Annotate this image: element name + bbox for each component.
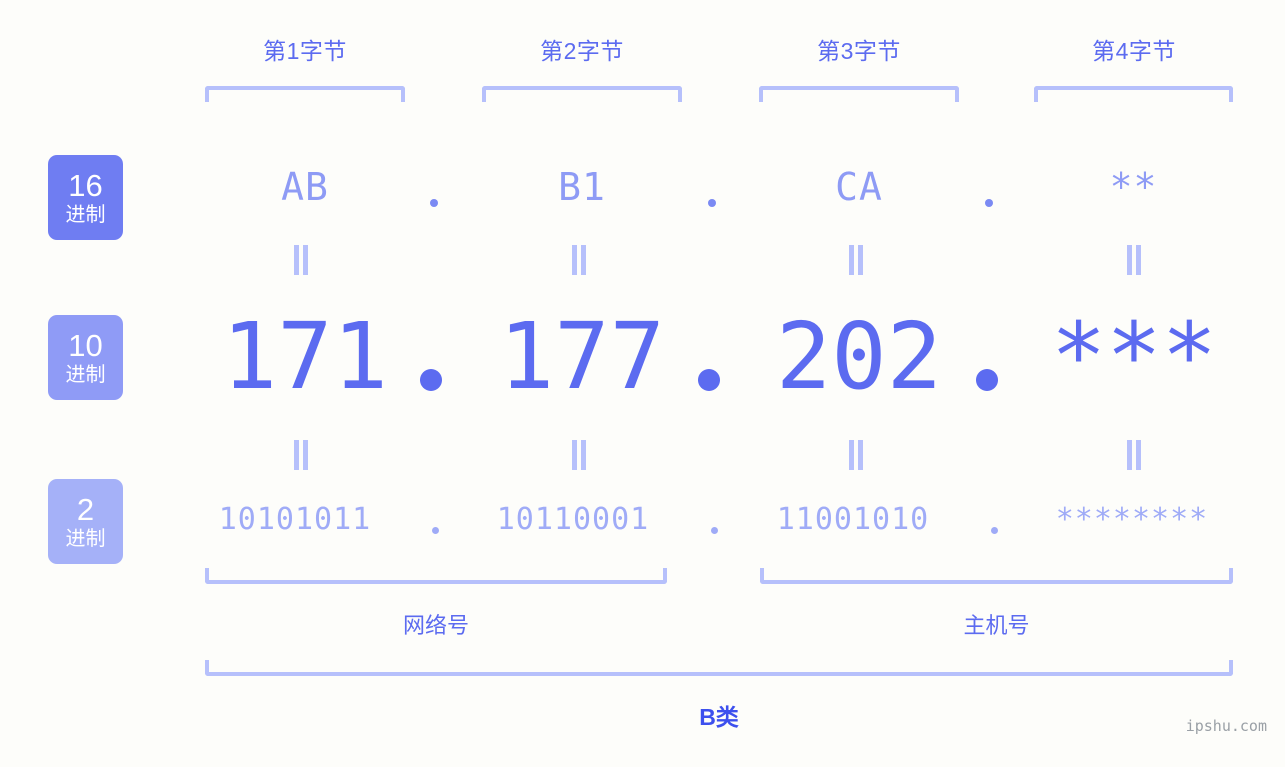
base-badge-binary-number: 2 <box>76 491 95 527</box>
equals-connector-2-hex-dec <box>572 245 586 275</box>
equals-connector-3-hex-dec <box>849 245 863 275</box>
host-label: 主机号 <box>963 613 1030 638</box>
base-badge-hex-suffix: 进制 <box>65 203 106 226</box>
binary-byte-2: 10110001 <box>496 502 650 537</box>
base-badge-decimal: 10 进制 <box>48 315 123 400</box>
class-bracket <box>205 660 1233 676</box>
hex-byte-3: CA <box>835 165 883 209</box>
equals-connector-4-hex-dec <box>1127 245 1141 275</box>
byte-header-2: 第2字节 <box>540 38 624 64</box>
byte-bracket-4 <box>1034 86 1233 102</box>
binary-separator-2 <box>711 527 718 534</box>
decimal-byte-1: 171 <box>221 303 389 410</box>
equals-connector-1-dec-bin <box>294 440 308 470</box>
host-bracket <box>760 568 1233 584</box>
decimal-byte-3: 202 <box>775 303 943 410</box>
decimal-byte-2: 177 <box>498 303 666 410</box>
byte-header-1: 第1字节 <box>263 38 347 64</box>
equals-connector-4-dec-bin <box>1127 440 1141 470</box>
base-badge-hex: 16 进制 <box>48 155 123 240</box>
hex-byte-2: B1 <box>558 165 606 209</box>
hex-separator-1 <box>430 199 438 207</box>
decimal-separator-2 <box>698 369 720 391</box>
decimal-separator-1 <box>420 369 442 391</box>
byte-header-4: 第4字节 <box>1092 38 1176 64</box>
decimal-separator-3 <box>976 369 998 391</box>
ip-class-label: B类 <box>699 704 739 730</box>
byte-bracket-3 <box>759 86 959 102</box>
base-badge-decimal-number: 10 <box>68 327 103 363</box>
hex-byte-1: AB <box>281 165 329 209</box>
binary-byte-1: 10101011 <box>218 502 372 537</box>
hex-byte-4: ** <box>1109 165 1158 209</box>
byte-bracket-2 <box>482 86 682 102</box>
equals-connector-1-hex-dec <box>294 245 308 275</box>
base-badge-binary-suffix: 进制 <box>65 527 106 550</box>
binary-byte-3: 11001010 <box>776 502 930 537</box>
hex-separator-2 <box>708 199 716 207</box>
byte-header-3: 第3字节 <box>817 38 901 64</box>
byte-bracket-1 <box>205 86 405 102</box>
network-label: 网络号 <box>402 613 469 638</box>
base-badge-binary: 2 进制 <box>48 479 123 564</box>
ip-breakdown-diagram: 第1字节 第2字节 第3字节 第4字节 16 进制 10 进制 2 进制 AB … <box>0 0 1285 767</box>
base-badge-decimal-suffix: 进制 <box>65 363 106 386</box>
watermark: ipshu.com <box>1185 717 1267 735</box>
binary-byte-4: ******** <box>1055 502 1209 537</box>
equals-connector-2-dec-bin <box>572 440 586 470</box>
binary-separator-1 <box>432 527 439 534</box>
equals-connector-3-dec-bin <box>849 440 863 470</box>
base-badge-hex-number: 16 <box>68 167 103 203</box>
binary-separator-3 <box>991 527 998 534</box>
network-bracket <box>205 568 667 584</box>
decimal-byte-4: *** <box>1050 303 1218 410</box>
hex-separator-3 <box>985 199 993 207</box>
